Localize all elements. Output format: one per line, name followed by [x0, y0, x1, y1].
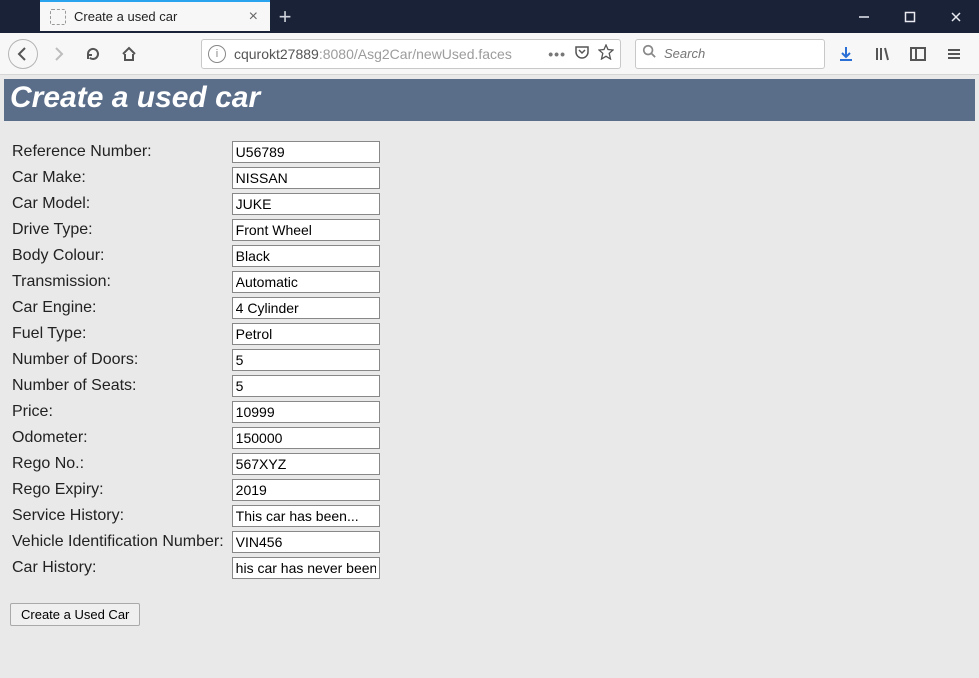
- input-body-colour[interactable]: [232, 245, 380, 267]
- page-content: Create a used car Reference Number: Car …: [0, 75, 979, 678]
- page-title: Create a used car: [4, 79, 975, 121]
- label-car-history: Car History:: [10, 555, 230, 581]
- tab-close-icon[interactable]: ×: [245, 7, 262, 27]
- search-input[interactable]: [662, 45, 818, 62]
- window-maximize-button[interactable]: [887, 0, 933, 33]
- label-vin: Vehicle Identification Number:: [10, 529, 230, 555]
- input-car-engine[interactable]: [232, 297, 380, 319]
- label-transmission: Transmission:: [10, 269, 230, 295]
- label-car-make: Car Make:: [10, 165, 230, 191]
- browser-toolbar: i cqurokt27889:8080/Asg2Car/newUsed.face…: [0, 33, 979, 75]
- app-menu-icon[interactable]: [937, 38, 971, 70]
- search-bar[interactable]: [635, 39, 825, 69]
- input-car-model[interactable]: [232, 193, 380, 215]
- row-num-doors: Number of Doors:: [10, 347, 384, 373]
- label-reference-number: Reference Number:: [10, 139, 230, 165]
- toolbar-right: [829, 38, 971, 70]
- input-rego-no[interactable]: [232, 453, 380, 475]
- url-text: cqurokt27889:8080/Asg2Car/newUsed.faces: [234, 46, 548, 62]
- input-reference-number[interactable]: [232, 141, 380, 163]
- tab-title: Create a used car: [74, 9, 245, 24]
- row-odometer: Odometer:: [10, 425, 384, 451]
- window-minimize-button[interactable]: [841, 0, 887, 33]
- row-num-seats: Number of Seats:: [10, 373, 384, 399]
- row-rego-expiry: Rego Expiry:: [10, 477, 384, 503]
- input-drive-type[interactable]: [232, 219, 380, 241]
- nav-home-button[interactable]: [113, 38, 145, 70]
- row-transmission: Transmission:: [10, 269, 384, 295]
- row-price: Price:: [10, 399, 384, 425]
- row-vin: Vehicle Identification Number:: [10, 529, 384, 555]
- label-price: Price:: [10, 399, 230, 425]
- input-price[interactable]: [232, 401, 380, 423]
- row-fuel-type: Fuel Type:: [10, 321, 384, 347]
- input-service-history[interactable]: [232, 505, 380, 527]
- label-car-model: Car Model:: [10, 191, 230, 217]
- row-service-history: Service History:: [10, 503, 384, 529]
- label-service-history: Service History:: [10, 503, 230, 529]
- label-rego-no: Rego No.:: [10, 451, 230, 477]
- row-rego-no: Rego No.:: [10, 451, 384, 477]
- pocket-icon[interactable]: [574, 44, 590, 63]
- tab-strip: Create a used car × +: [0, 0, 300, 33]
- row-car-engine: Car Engine:: [10, 295, 384, 321]
- label-body-colour: Body Colour:: [10, 243, 230, 269]
- browser-titlebar: Create a used car × +: [0, 0, 979, 33]
- nav-reload-button[interactable]: [78, 38, 110, 70]
- label-num-seats: Number of Seats:: [10, 373, 230, 399]
- label-car-engine: Car Engine:: [10, 295, 230, 321]
- nav-back-button[interactable]: [8, 39, 38, 69]
- page-actions-icon[interactable]: •••: [548, 46, 566, 62]
- nav-forward-button[interactable]: [42, 38, 74, 70]
- input-num-doors[interactable]: [232, 349, 380, 371]
- window-close-button[interactable]: [933, 0, 979, 33]
- input-car-make[interactable]: [232, 167, 380, 189]
- row-drive-type: Drive Type:: [10, 217, 384, 243]
- label-fuel-type: Fuel Type:: [10, 321, 230, 347]
- input-transmission[interactable]: [232, 271, 380, 293]
- url-host: cqurokt27889: [234, 46, 319, 62]
- input-odometer[interactable]: [232, 427, 380, 449]
- label-odometer: Odometer:: [10, 425, 230, 451]
- tab-favicon-icon: [50, 9, 66, 25]
- new-tab-button[interactable]: +: [270, 0, 300, 33]
- row-car-model: Car Model:: [10, 191, 384, 217]
- label-num-doors: Number of Doors:: [10, 347, 230, 373]
- row-car-make: Car Make:: [10, 165, 384, 191]
- input-vin[interactable]: [232, 531, 380, 553]
- label-rego-expiry: Rego Expiry:: [10, 477, 230, 503]
- sidebar-toggle-icon[interactable]: [901, 38, 935, 70]
- input-rego-expiry[interactable]: [232, 479, 380, 501]
- input-num-seats[interactable]: [232, 375, 380, 397]
- input-car-history[interactable]: [232, 557, 380, 579]
- form-table: Reference Number: Car Make: Car Model: D…: [10, 139, 384, 581]
- input-fuel-type[interactable]: [232, 323, 380, 345]
- downloads-icon[interactable]: [829, 38, 863, 70]
- bookmark-star-icon[interactable]: [598, 44, 614, 63]
- browser-tab-active[interactable]: Create a used car ×: [40, 0, 270, 31]
- row-reference-number: Reference Number:: [10, 139, 384, 165]
- row-body-colour: Body Colour:: [10, 243, 384, 269]
- library-icon[interactable]: [865, 38, 899, 70]
- url-path: /Asg2Car/newUsed.faces: [354, 46, 512, 62]
- url-bar[interactable]: i cqurokt27889:8080/Asg2Car/newUsed.face…: [201, 39, 621, 69]
- site-info-icon[interactable]: i: [208, 45, 226, 63]
- row-car-history: Car History:: [10, 555, 384, 581]
- search-icon: [642, 44, 656, 63]
- url-port: :8080: [319, 46, 354, 62]
- window-controls: [841, 0, 979, 33]
- create-used-car-button[interactable]: [10, 603, 140, 626]
- label-drive-type: Drive Type:: [10, 217, 230, 243]
